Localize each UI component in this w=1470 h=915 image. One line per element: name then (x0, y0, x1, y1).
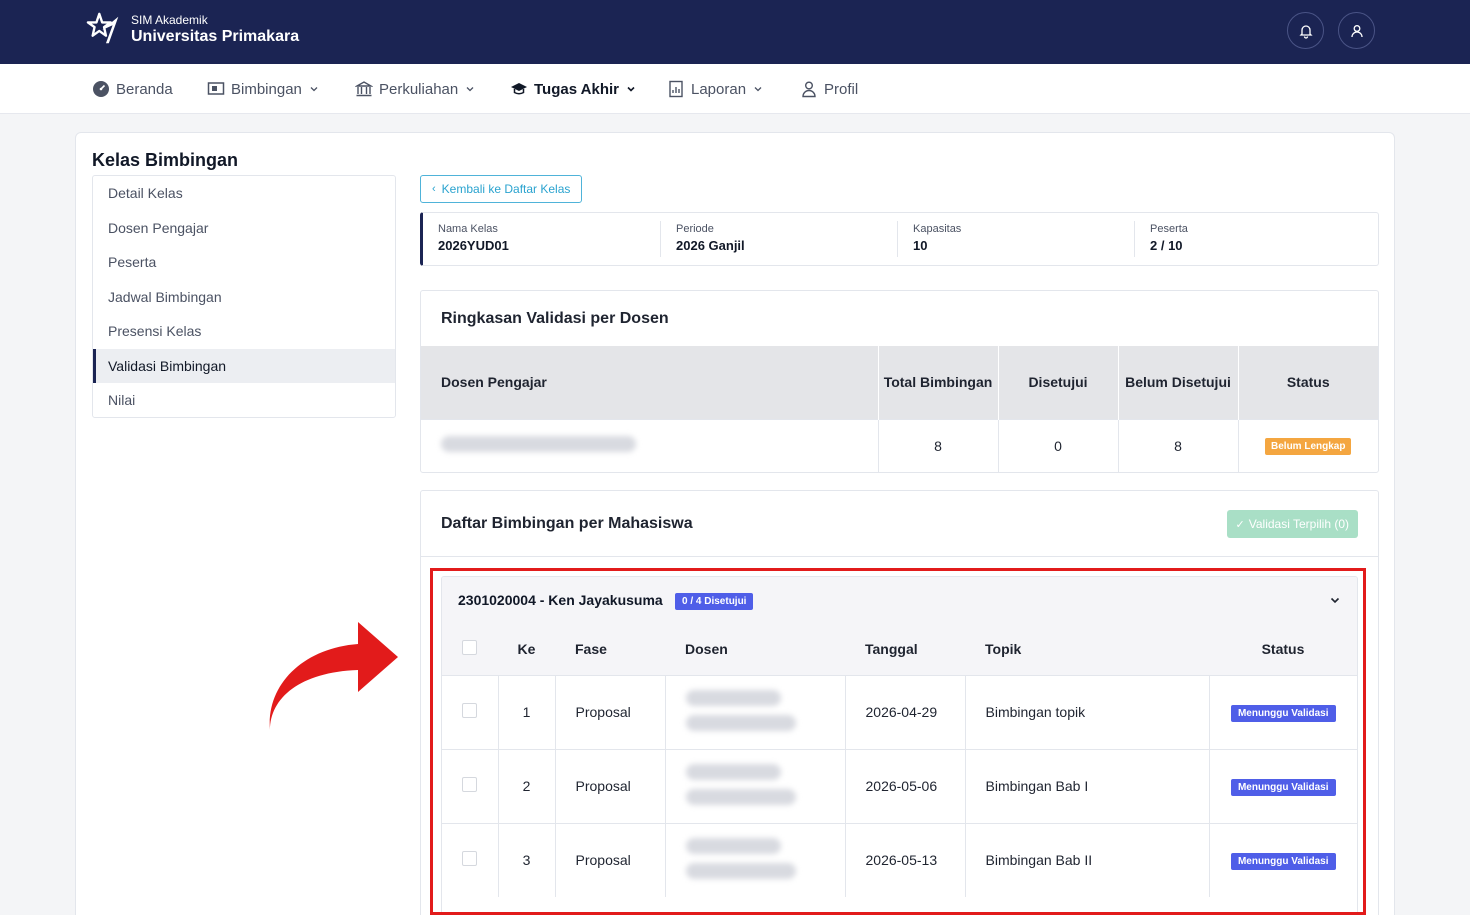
col-disetujui: Disetujui (997, 346, 1118, 419)
info-label: Kapasitas (913, 223, 962, 235)
nav-tugas-akhir[interactable]: Tugas Akhir (510, 64, 636, 114)
class-info-bar: Nama Kelas 2026YUD01 Periode 2026 Ganjil… (420, 212, 1379, 266)
col-belum-disetujui: Belum Disetujui (1117, 346, 1238, 419)
divider (421, 556, 1378, 557)
logo-icon (86, 12, 119, 44)
dosen-name-redacted (421, 418, 878, 472)
nav-label: Laporan (691, 80, 747, 98)
chevron-down-icon (310, 87, 318, 92)
summary-table: Dosen Pengajar Total Bimbingan Disetujui… (421, 346, 1378, 472)
chevron-left-icon: ‹ (432, 183, 436, 195)
building-icon (355, 81, 373, 97)
side-item-dosen-pengajar[interactable]: Dosen Pengajar (93, 211, 395, 246)
app-subtitle: SIM Akademik (131, 13, 208, 27)
info-periode: Periode 2026 Ganjil (660, 221, 900, 257)
disetujui-value: 0 (997, 418, 1118, 472)
nav-label: Beranda (116, 80, 173, 98)
nav-profil[interactable]: Profil (800, 64, 858, 114)
side-item-validasi-bimbingan[interactable]: Validasi Bimbingan (93, 348, 395, 383)
total-bimbingan-value: 8 (877, 418, 998, 472)
nav-bimbingan[interactable]: Bimbingan (207, 64, 319, 114)
report-icon (669, 80, 683, 98)
page-title: Kelas Bimbingan (92, 150, 239, 170)
nav-label: Tugas Akhir (534, 80, 620, 98)
side-menu: Detail Kelas Dosen Pengajar Peserta Jadw… (92, 175, 396, 418)
info-value: 2 / 10 (1150, 238, 1183, 253)
summary-title: Ringkasan Validasi per Dosen (441, 310, 669, 327)
side-item-presensi-kelas[interactable]: Presensi Kelas (93, 314, 395, 349)
belum-disetujui-value: 8 (1117, 418, 1238, 472)
back-to-class-list-button[interactable]: ‹ Kembali ke Daftar Kelas (420, 175, 582, 203)
person-icon (802, 81, 816, 98)
info-value: 2026YUD01 (438, 238, 509, 253)
side-item-jadwal-bimbingan[interactable]: Jadwal Bimbingan (93, 280, 395, 315)
summary-panel: Ringkasan Validasi per Dosen Dosen Penga… (420, 290, 1379, 473)
app-title: Universitas Primakara (131, 28, 300, 45)
chevron-down-icon (627, 86, 635, 92)
highlight-box (430, 568, 1366, 915)
check-icon: ✓ (1235, 518, 1245, 531)
side-item-peserta[interactable]: Peserta (93, 245, 395, 280)
side-item-nilai[interactable]: Nilai (93, 383, 395, 418)
col-total-bimbingan: Total Bimbingan (877, 346, 998, 419)
col-status: Status (1237, 346, 1378, 419)
info-label: Peserta (1150, 223, 1188, 235)
account-button[interactable] (1338, 12, 1375, 49)
info-nama-kelas: Nama Kelas 2026YUD01 (423, 221, 663, 257)
info-value: 10 (913, 238, 928, 253)
col-dosen-pengajar: Dosen Pengajar (421, 346, 878, 419)
annotation-arrow-icon (269, 622, 398, 730)
back-button-label: Kembali ke Daftar Kelas (441, 182, 571, 196)
validate-selected-button[interactable]: ✓ Validasi Terpilih (0) (1226, 510, 1358, 538)
validate-button-label: Validasi Terpilih (0) (1248, 517, 1349, 531)
info-value: 2026 Ganjil (676, 238, 745, 253)
nav-perkuliahan[interactable]: Perkuliahan (355, 64, 475, 114)
nav-label: Bimbingan (231, 80, 302, 98)
monitor-icon (207, 82, 225, 95)
dashboard-icon (93, 81, 109, 97)
info-label: Periode (676, 223, 714, 235)
bell-icon (1298, 24, 1313, 39)
side-item-detail-kelas[interactable]: Detail Kelas (93, 176, 395, 211)
main-nav: Beranda Bimbingan Perkuliahan Tugas Akhi… (0, 64, 1470, 114)
status-cell: Belum Lengkap (1237, 418, 1378, 472)
table-row: 8 0 8 Belum Lengkap (421, 418, 1378, 472)
chevron-down-icon (754, 87, 762, 92)
brand[interactable]: SIM Akademik Universitas Primakara (86, 11, 299, 49)
status-badge: Belum Lengkap (1265, 438, 1352, 456)
nav-label: Perkuliahan (379, 80, 459, 98)
info-kapasitas: Kapasitas 10 (897, 221, 1137, 257)
list-title: Daftar Bimbingan per Mahasiswa (441, 515, 693, 532)
nav-beranda[interactable]: Beranda (92, 64, 173, 114)
nav-laporan[interactable]: Laporan (667, 64, 763, 114)
graduation-cap-icon (511, 83, 527, 95)
top-bar: SIM Akademik Universitas Primakara (0, 0, 1470, 64)
notifications-button[interactable] (1287, 12, 1324, 49)
chevron-down-icon (466, 87, 474, 92)
nav-label: Profil (824, 80, 859, 98)
user-icon (1350, 24, 1363, 37)
redacted-text (441, 436, 636, 453)
info-peserta: Peserta 2 / 10 (1134, 221, 1374, 257)
info-label: Nama Kelas (438, 223, 498, 235)
